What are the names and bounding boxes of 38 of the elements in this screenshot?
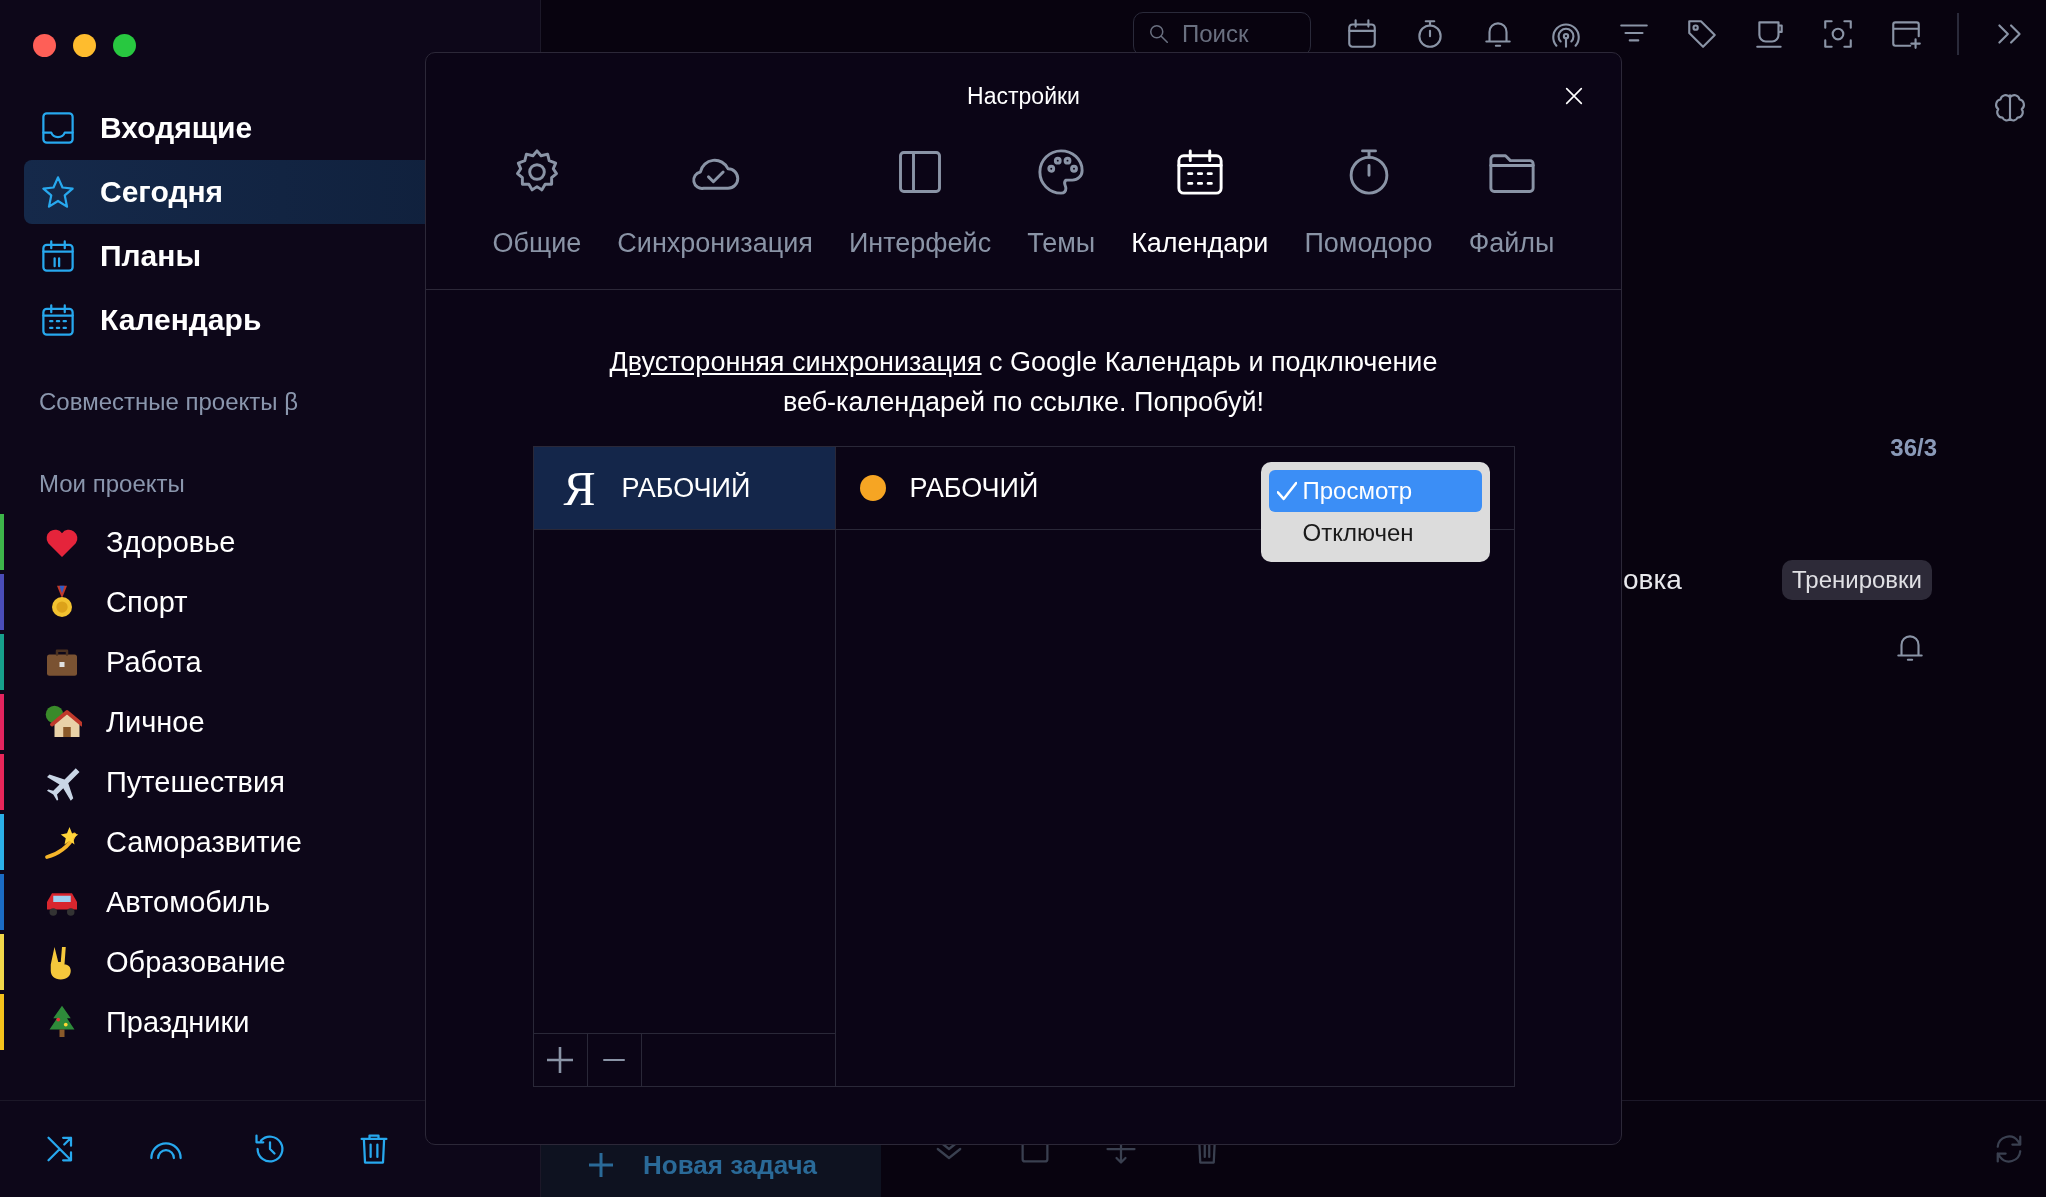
project-item[interactable]: Работа xyxy=(0,632,540,692)
project-item[interactable]: Праздники xyxy=(0,992,540,1052)
project-item[interactable]: Спорт xyxy=(0,572,540,632)
checkmark-icon xyxy=(1276,481,1297,501)
project-item[interactable]: Личное xyxy=(0,692,540,752)
task-title: овка xyxy=(1623,564,1682,596)
settings-tab[interactable]: Темы xyxy=(1027,146,1096,259)
plus-icon xyxy=(546,1047,573,1073)
minus-icon xyxy=(600,1059,627,1061)
tag-icon[interactable] xyxy=(1685,17,1719,51)
project-item[interactable]: Саморазвитие xyxy=(0,812,540,872)
project-item[interactable]: Автомобиль xyxy=(0,872,540,932)
inbox-icon xyxy=(40,110,76,146)
plus-icon xyxy=(589,1153,613,1177)
account-row[interactable]: Я РАБОЧИЙ xyxy=(533,447,835,530)
calendar-icon[interactable] xyxy=(1345,17,1379,51)
settings-tab[interactable]: Синхронизация xyxy=(617,146,813,259)
project-item[interactable]: Образование xyxy=(0,932,540,992)
window-zoom-button[interactable] xyxy=(113,34,136,57)
search-icon xyxy=(1150,25,1168,43)
settings-tab[interactable]: Файлы xyxy=(1468,146,1555,259)
calendar-icon xyxy=(40,302,76,338)
task-counter: 36/3 xyxy=(1890,434,1937,462)
sync-link[interactable]: Двусторонняя синхронизация xyxy=(609,347,982,377)
project-item[interactable]: Путешествия xyxy=(0,752,540,812)
promo-text: Двусторонняя синхронизация с Google Календарь и подключение веб-календарей по ссылке. Попробуй! xyxy=(608,346,1439,419)
window-close-button[interactable] xyxy=(33,34,56,57)
nav-item[interactable]: Календарь xyxy=(24,288,540,352)
focus-icon[interactable] xyxy=(1821,17,1855,51)
tag-chip[interactable]: Тренировки xyxy=(1781,560,1932,600)
dialog-title: Настройки xyxy=(967,83,1080,110)
window-minimize-button[interactable] xyxy=(73,34,96,57)
section-heading: Мои проекты xyxy=(38,469,186,498)
calendar-icon xyxy=(40,238,76,274)
settings-tab[interactable]: Календари xyxy=(1131,146,1269,259)
settings-tab[interactable]: Помодоро xyxy=(1304,146,1433,259)
star-icon xyxy=(40,174,76,210)
settings-tab[interactable]: Интерфейс xyxy=(848,146,992,259)
